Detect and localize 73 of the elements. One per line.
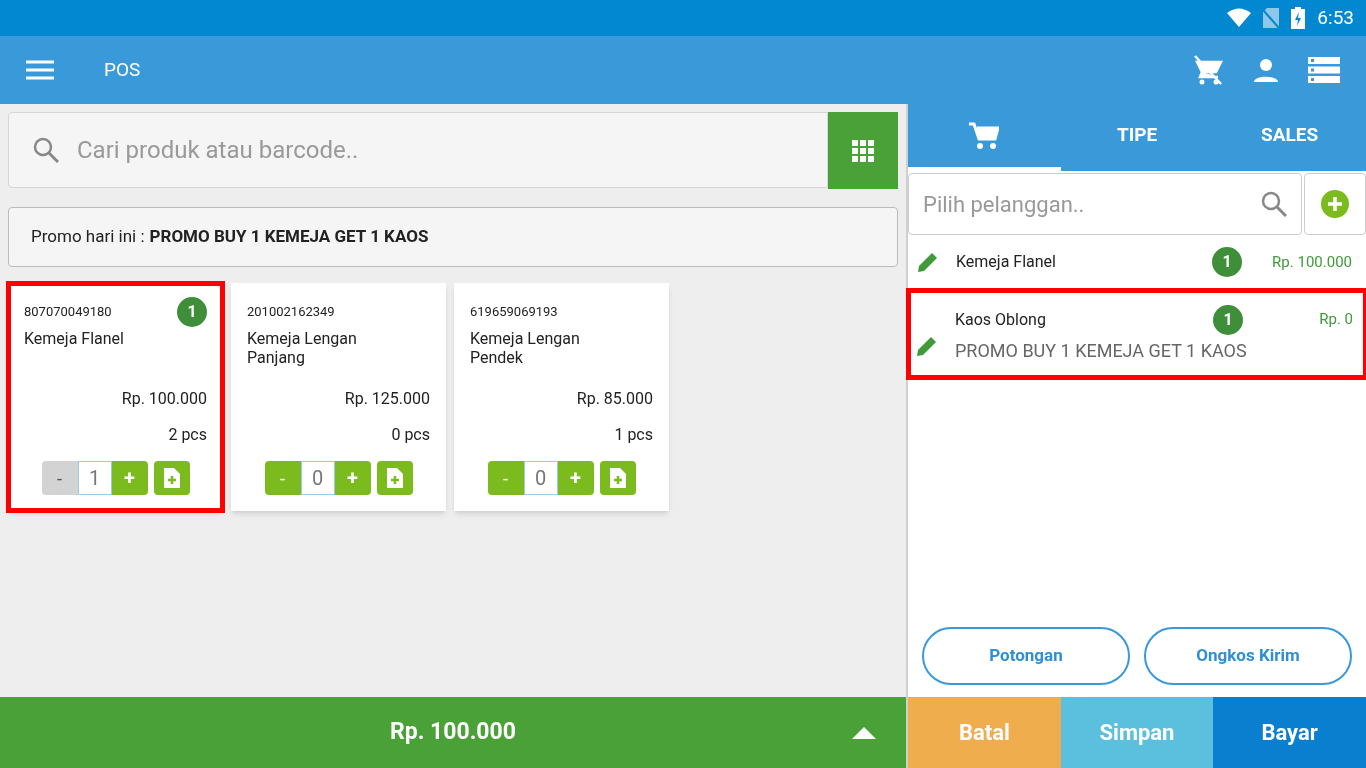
search-bar[interactable]: Cari produk atau barcode.. (8, 112, 828, 188)
total-amount: Rp. 100.000 (390, 717, 516, 748)
item-name: Kemeja Flanel (956, 251, 1057, 273)
plus-circle-icon (1321, 190, 1349, 218)
increase-button[interactable]: + (111, 461, 148, 495)
customer-input[interactable]: Pilih pelanggan.. (923, 187, 1261, 221)
item-name: Kaos Oblong (955, 308, 1047, 331)
add-note-button[interactable] (599, 461, 636, 495)
app-title: POS (104, 56, 141, 83)
promo-label: Promo hari ini : (31, 225, 145, 249)
cart-line[interactable]: Kemeja Flanel 1 Rp. 100.000 (908, 235, 1366, 289)
product-name: Kemeja Lengan Pendek (470, 329, 581, 369)
quantity-badge: 1 (1213, 304, 1243, 335)
product-barcode: 201002162349 (247, 303, 335, 322)
search-icon (1261, 191, 1287, 217)
battery-charging-icon (1291, 7, 1306, 29)
grid-view-button[interactable] (828, 112, 898, 189)
product-name: Kemeja Lengan Panjang (247, 329, 358, 369)
person-icon[interactable] (1254, 58, 1278, 82)
increase-button[interactable]: + (557, 461, 594, 495)
action-button[interactable]: Simpan (1060, 697, 1214, 768)
action-button[interactable]: Bayar (1213, 697, 1366, 768)
search-input[interactable]: Cari produk atau barcode.. (77, 132, 827, 168)
promo-note: PROMO BUY 1 KEMEJA GET 1 KAOS (955, 338, 1248, 363)
add-note-icon (163, 468, 180, 488)
add-customer-button[interactable] (1304, 173, 1366, 235)
promo-name: PROMO BUY 1 KEMEJA GET 1 KAOS (149, 225, 429, 249)
increase-button[interactable]: + (334, 461, 371, 495)
product-card[interactable]: 807070049180 1 Kemeja Flanel Rp. 100.000 2 pcs - 1 + (8, 283, 223, 511)
product-price: Rp. 85.000 (575, 388, 653, 410)
total-bar[interactable]: Rp. 100.000 (0, 697, 906, 768)
add-note-icon (386, 468, 403, 488)
item-price: Rp. 100.000 (1271, 251, 1352, 273)
product-stock: 0 pcs (390, 424, 430, 446)
action-button[interactable]: Batal (908, 697, 1061, 768)
cart-line[interactable]: Kaos Oblong 1 Rp. 0 PROMO BUY 1 KEMEJA GET 1 KAOS (907, 289, 1366, 379)
clock: 6:53 (1317, 4, 1354, 31)
quantity-field[interactable]: 1 (77, 461, 112, 495)
quantity-field[interactable]: 0 (523, 461, 558, 495)
option-button[interactable]: Potongan (922, 627, 1130, 685)
product-barcode: 807070049180 (24, 303, 112, 322)
cart-off-icon[interactable] (1192, 54, 1224, 86)
caret-up-icon[interactable] (852, 726, 876, 739)
edit-pencil-icon[interactable] (918, 252, 938, 272)
add-note-button[interactable] (376, 461, 413, 495)
edit-pencil-icon[interactable] (917, 336, 937, 356)
decrease-button[interactable]: - (487, 461, 524, 495)
quantity-badge: 1 (1212, 247, 1242, 277)
option-button[interactable]: Ongkos Kirim (1144, 627, 1352, 685)
grid-icon (852, 139, 874, 162)
search-icon (33, 137, 59, 163)
item-price: Rp. 0 (1318, 309, 1353, 331)
product-price: Rp. 125.000 (343, 388, 430, 410)
list-icon[interactable] (1308, 57, 1340, 83)
tab[interactable]: TIPE (1060, 104, 1214, 171)
cart-icon (969, 121, 1000, 150)
no-sim-icon (1263, 8, 1280, 28)
product-card[interactable]: 201002162349 Kemeja Lengan Panjang Rp. 125.000 0 pcs - 0 + (231, 283, 446, 511)
product-card[interactable]: 619659069193 Kemeja Lengan Pendek Rp. 85.000 1 pcs - 0 + (454, 283, 669, 511)
customer-bar[interactable]: Pilih pelanggan.. (908, 173, 1302, 235)
product-barcode: 619659069193 (470, 303, 558, 322)
add-note-icon (609, 468, 626, 488)
tab[interactable]: SALES (1213, 104, 1366, 171)
count-badge: 1 (177, 297, 207, 327)
product-name: Kemeja Flanel (24, 329, 125, 350)
wifi-icon (1227, 8, 1252, 28)
menu-icon[interactable] (26, 60, 54, 80)
product-price: Rp. 100.000 (120, 388, 207, 410)
product-stock: 1 pcs (613, 424, 653, 446)
product-stock: 2 pcs (167, 424, 207, 446)
decrease-button[interactable]: - (264, 461, 301, 495)
add-note-button[interactable] (153, 461, 190, 495)
quantity-field[interactable]: 0 (300, 461, 335, 495)
